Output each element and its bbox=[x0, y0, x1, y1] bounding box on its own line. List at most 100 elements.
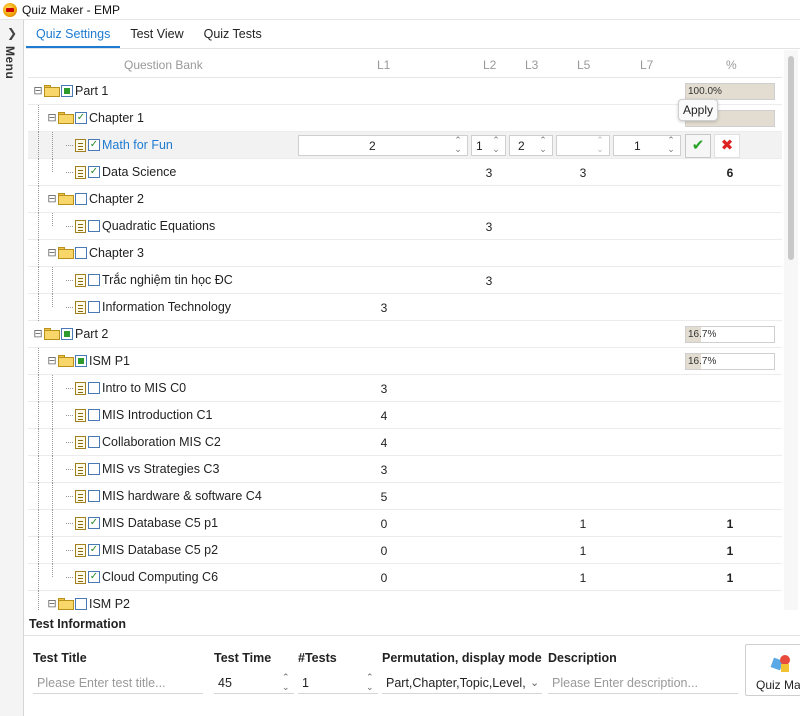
collapse-icon[interactable]: ⊟ bbox=[46, 193, 58, 205]
l1-cell[interactable]: 0 bbox=[364, 571, 404, 585]
tree-row-quadratic-equations[interactable]: Quadratic Equations 3 bbox=[28, 213, 782, 240]
checkbox-checked[interactable]: ✓ bbox=[75, 112, 87, 124]
checkbox[interactable] bbox=[88, 220, 100, 232]
l5-cell[interactable]: 1 bbox=[563, 517, 603, 531]
tab-test-view[interactable]: Test View bbox=[120, 22, 193, 48]
tree-row-collaboration-mis-c2[interactable]: Collaboration MIS C2 4 bbox=[28, 429, 782, 456]
tree-row-trac-nghiem[interactable]: Trắc nghiệm tin học ĐC 3 bbox=[28, 267, 782, 294]
l1-cell[interactable]: 4 bbox=[364, 436, 404, 450]
l1-cell[interactable]: 5 bbox=[364, 490, 404, 504]
collapse-icon[interactable]: ⊟ bbox=[32, 328, 44, 340]
header-l2[interactable]: L2 bbox=[483, 58, 496, 72]
checkbox[interactable] bbox=[88, 301, 100, 313]
tree-row-part-1[interactable]: ⊟ Part 1 100.0% bbox=[28, 78, 782, 105]
l2-cell[interactable]: 3 bbox=[469, 220, 509, 234]
header-l7[interactable]: L7 bbox=[640, 58, 653, 72]
tree-row-chapter-1[interactable]: ⊟ ✓ Chapter 1 bbox=[28, 105, 782, 132]
l7-value[interactable]: 1 bbox=[634, 139, 641, 153]
l5-stepper[interactable]: ⌃ ⌄ bbox=[556, 135, 610, 156]
stepper-arrows-icon[interactable]: ⌃ ⌄ bbox=[665, 136, 677, 155]
header-l5[interactable]: L5 bbox=[577, 58, 590, 72]
description-input[interactable]: Please Enter description... bbox=[548, 672, 738, 694]
stepper-arrows-icon[interactable]: ⌃ ⌄ bbox=[490, 136, 502, 155]
l1-cell[interactable]: 0 bbox=[364, 517, 404, 531]
tree-row-chapter-3[interactable]: ⊟ Chapter 3 bbox=[28, 240, 782, 267]
checkbox[interactable] bbox=[88, 409, 100, 421]
stepper-arrows-icon[interactable]: ⌃ ⌄ bbox=[282, 672, 290, 692]
tree-row-ism-p1[interactable]: ⊟ ISM P1 16.7% bbox=[28, 348, 782, 375]
tree-row-cloud-computing-c6[interactable]: ✓ Cloud Computing C6 0 1 1 bbox=[28, 564, 782, 591]
checkbox[interactable] bbox=[61, 328, 73, 340]
checkbox-checked[interactable]: ✓ bbox=[88, 166, 100, 178]
l5-cell[interactable]: 1 bbox=[563, 571, 603, 585]
tree-row-part-2[interactable]: ⊟ Part 2 16.7% bbox=[28, 321, 782, 348]
permutation-value[interactable]: Part,Chapter,Topic,Level,C bbox=[386, 676, 526, 690]
l1-cell[interactable]: 3 bbox=[364, 301, 404, 315]
chevron-down-icon[interactable]: ⌄ bbox=[530, 678, 539, 689]
checkbox[interactable] bbox=[75, 598, 87, 610]
scrollbar-thumb[interactable] bbox=[788, 56, 794, 260]
stepper-arrows-icon[interactable]: ⌃ ⌄ bbox=[594, 136, 606, 155]
checkbox[interactable] bbox=[75, 193, 87, 205]
tree-row-ism-p2[interactable]: ⊟ ISM P2 bbox=[28, 591, 782, 610]
row-label[interactable]: Math for Fun bbox=[102, 138, 173, 152]
grid-scrollbar[interactable] bbox=[784, 50, 798, 610]
checkbox[interactable] bbox=[88, 490, 100, 502]
l2-stepper[interactable]: 1 ⌃ ⌄ bbox=[471, 135, 506, 156]
tests-value[interactable]: 1 bbox=[302, 676, 309, 690]
cancel-button[interactable]: ✖ bbox=[714, 134, 740, 158]
test-time-stepper[interactable]: 45 ⌃ ⌄ bbox=[214, 672, 294, 694]
l5-cell[interactable]: 1 bbox=[563, 544, 603, 558]
checkbox[interactable] bbox=[61, 85, 73, 97]
header-question-bank[interactable]: Question Bank bbox=[124, 58, 203, 72]
quiz-maker-button[interactable]: Quiz Ma bbox=[745, 644, 800, 696]
stepper-arrows-icon[interactable]: ⌃ ⌄ bbox=[366, 672, 374, 692]
collapse-icon[interactable]: ⊟ bbox=[46, 355, 58, 367]
l3-value[interactable]: 2 bbox=[518, 139, 525, 153]
l1-cell[interactable]: 3 bbox=[364, 382, 404, 396]
apply-button[interactable]: ✔ bbox=[685, 134, 711, 158]
l7-stepper[interactable]: 1 ⌃ ⌄ bbox=[613, 135, 681, 156]
checkbox[interactable] bbox=[88, 274, 100, 286]
tree-row-data-science[interactable]: ✓ Data Science 3 3 6 bbox=[28, 159, 782, 186]
collapse-icon[interactable]: ⊟ bbox=[46, 247, 58, 259]
side-menu[interactable]: ❯ Menu bbox=[0, 20, 24, 716]
header-l1[interactable]: L1 bbox=[377, 58, 390, 72]
checkbox-checked[interactable]: ✓ bbox=[88, 517, 100, 529]
checkbox[interactable] bbox=[75, 247, 87, 259]
checkbox[interactable] bbox=[88, 436, 100, 448]
tab-quiz-tests[interactable]: Quiz Tests bbox=[194, 22, 272, 48]
l1-cell[interactable]: 4 bbox=[364, 409, 404, 423]
side-menu-label[interactable]: Menu bbox=[3, 46, 17, 79]
l2-cell[interactable]: 3 bbox=[469, 274, 509, 288]
tree-row-mis-database-c5-p1[interactable]: ✓ MIS Database C5 p1 0 1 1 bbox=[28, 510, 782, 537]
tree-row-chapter-2[interactable]: ⊟ Chapter 2 bbox=[28, 186, 782, 213]
test-title-input[interactable]: Please Enter test title... bbox=[33, 672, 203, 694]
permutation-select[interactable]: Part,Chapter,Topic,Level,C ⌄ bbox=[382, 672, 542, 694]
header-percent[interactable]: % bbox=[726, 58, 737, 72]
tab-quiz-settings[interactable]: Quiz Settings bbox=[26, 22, 121, 48]
checkbox[interactable] bbox=[75, 355, 87, 367]
collapse-icon[interactable]: ⊟ bbox=[46, 112, 58, 124]
checkbox-checked[interactable]: ✓ bbox=[88, 139, 100, 151]
l1-cell[interactable]: 0 bbox=[364, 544, 404, 558]
checkbox-checked[interactable]: ✓ bbox=[88, 571, 100, 583]
tree-row-mis-database-c5-p2[interactable]: ✓ MIS Database C5 p2 0 1 1 bbox=[28, 537, 782, 564]
tree-row-math-for-fun[interactable]: ✓ Math for Fun 2 ⌃ ⌄ 1 ⌃ ⌄ 2 ⌃ ⌄ ⌃ ⌄ 1 ⌃ ⌄ bbox=[28, 132, 782, 159]
stepper-arrows-icon[interactable]: ⌃ ⌄ bbox=[452, 136, 464, 155]
tree-row-information-technology[interactable]: Information Technology 3 bbox=[28, 294, 782, 321]
l1-value[interactable]: 2 bbox=[369, 139, 376, 153]
tree-row-mis-hardware-software-c4[interactable]: MIS hardware & software C4 5 bbox=[28, 483, 782, 510]
collapse-icon[interactable]: ⊟ bbox=[32, 85, 44, 97]
checkbox[interactable] bbox=[88, 463, 100, 475]
l3-stepper[interactable]: 2 ⌃ ⌄ bbox=[509, 135, 553, 156]
checkbox-checked[interactable]: ✓ bbox=[88, 544, 100, 556]
header-l3[interactable]: L3 bbox=[525, 58, 538, 72]
l5-cell[interactable]: 3 bbox=[563, 166, 603, 180]
checkbox[interactable] bbox=[88, 382, 100, 394]
l2-value[interactable]: 1 bbox=[476, 139, 483, 153]
tests-stepper[interactable]: 1 ⌃ ⌄ bbox=[298, 672, 378, 694]
tree-row-mis-vs-strategies-c3[interactable]: MIS vs Strategies C3 3 bbox=[28, 456, 782, 483]
tree-row-mis-introduction-c1[interactable]: MIS Introduction C1 4 bbox=[28, 402, 782, 429]
l1-stepper[interactable]: 2 ⌃ ⌄ bbox=[298, 135, 468, 156]
